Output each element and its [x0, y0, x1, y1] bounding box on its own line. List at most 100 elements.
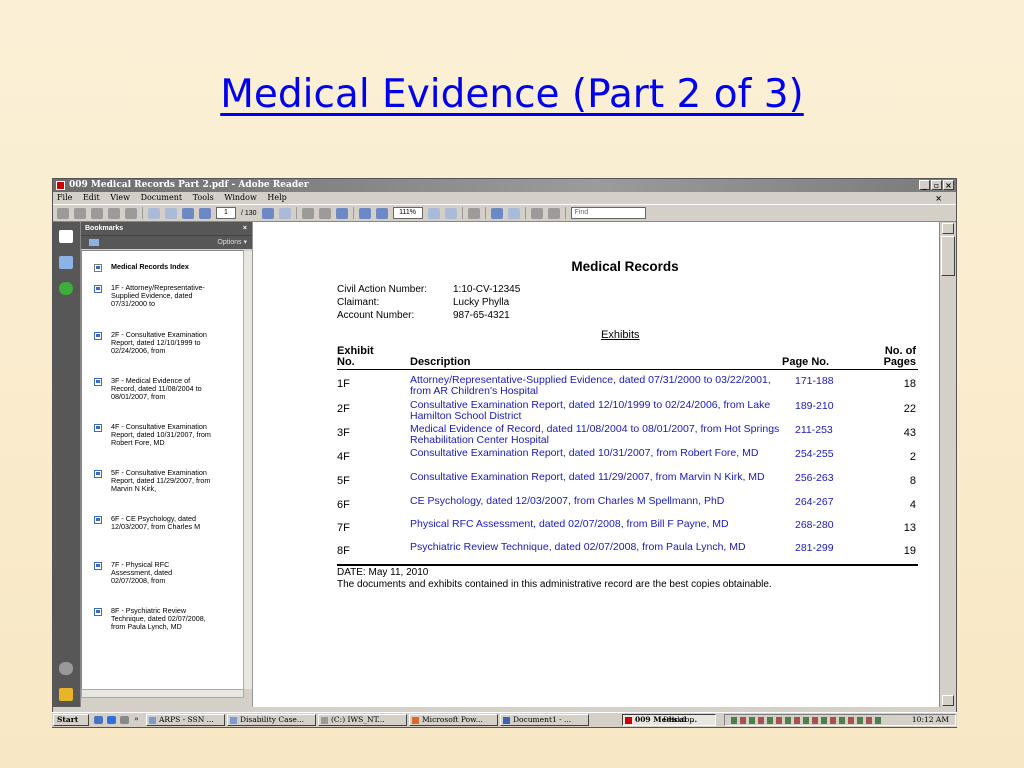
page-count: 43 [903, 427, 916, 439]
restore-button[interactable]: ▫ [931, 180, 942, 190]
menu-document[interactable]: Document [141, 193, 183, 202]
col-num-pages-line2: Pages [883, 356, 916, 368]
hand-tool-icon[interactable] [318, 207, 331, 219]
zoom-out-icon[interactable] [358, 207, 371, 219]
next-page-icon[interactable] [182, 207, 194, 219]
page-range-link[interactable]: 254-255 [795, 448, 834, 460]
bookmark-icon [94, 378, 102, 386]
bookmark-icon [94, 608, 102, 616]
taskbar-button[interactable]: ARPS - SSN ... [146, 714, 225, 726]
page-range-link[interactable]: 211-253 [795, 424, 833, 436]
bookmark-label: Medical Records Index [111, 262, 189, 271]
bookmarks-list: Medical Records Index 1F - Attorney/Repr… [81, 250, 244, 690]
forward-view-icon[interactable] [278, 207, 291, 219]
snapshot-icon[interactable] [467, 207, 480, 219]
first-page-icon[interactable] [148, 207, 160, 219]
help-icon[interactable] [59, 282, 73, 295]
open-icon[interactable] [57, 207, 69, 219]
bookmark-label: 6F - CE Psychology, dated 12/03/2007, fr… [111, 514, 201, 532]
print-icon[interactable] [74, 207, 86, 219]
window-titlebar[interactable]: 009 Medical Records Part 2.pdf - Adobe R… [53, 179, 956, 192]
page-range-link[interactable]: 256-263 [795, 472, 834, 484]
single-page-icon[interactable] [490, 207, 503, 219]
page-number-input[interactable]: 1 [216, 207, 236, 219]
exhibit-link[interactable]: Consultative Examination Report, dated 1… [410, 400, 780, 422]
menu-edit[interactable]: Edit [83, 193, 100, 202]
page-range-link[interactable]: 268-280 [795, 519, 834, 531]
fit-width-icon[interactable] [444, 207, 457, 219]
zoom-tool-icon[interactable] [335, 207, 348, 219]
bookmark-label: 3F - Medical Evidence of Record, dated 1… [111, 376, 202, 402]
menu-tools[interactable]: Tools [193, 193, 214, 202]
search-icon[interactable] [108, 207, 120, 219]
page-range-link[interactable]: 171-188 [795, 375, 834, 387]
desktop-toolbar[interactable]: Desktop [663, 715, 694, 725]
page-range-link[interactable]: 189-210 [795, 400, 834, 412]
bookmark-icon [94, 470, 102, 478]
previous-page-icon[interactable] [165, 207, 177, 219]
zoom-in-icon[interactable] [375, 207, 388, 219]
exhibit-link[interactable]: Physical RFC Assessment, dated 02/07/200… [410, 519, 780, 530]
exhibit-link[interactable]: Consultative Examination Report, dated 1… [410, 472, 780, 483]
minimize-button[interactable]: _ [919, 180, 930, 190]
comments-icon[interactable] [59, 688, 73, 701]
zoom-level-select[interactable]: 111% [392, 207, 423, 219]
select-tool-icon[interactable] [301, 207, 314, 219]
taskbar-button[interactable]: Document1 - ... [500, 714, 589, 726]
scroll-down-button[interactable] [942, 695, 954, 706]
bookmark-label: 5F - Consultative Examination Report, da… [111, 468, 211, 494]
account-number: Account Number: 987-65-4321 [337, 310, 510, 321]
find-input[interactable]: Find [570, 207, 646, 219]
quicklaunch-icon[interactable] [94, 716, 103, 724]
menu-help[interactable]: Help [267, 193, 286, 202]
full-screen-icon[interactable] [507, 207, 520, 219]
menu-view[interactable]: View [110, 193, 130, 202]
exhibit-link[interactable]: CE Psychology, dated 12/03/2007, from Ch… [410, 496, 780, 507]
bookmarks-horizontal-scrollbar[interactable] [81, 689, 244, 698]
fit-page-icon[interactable] [427, 207, 440, 219]
adobe-reader-icon [625, 717, 632, 724]
page-range-link[interactable]: 281-299 [795, 542, 834, 554]
bookmarks-icon[interactable] [59, 256, 73, 269]
bookmark-menu-icon[interactable] [89, 239, 99, 246]
document-scrollbar[interactable] [939, 222, 956, 707]
attachments-icon[interactable] [59, 662, 73, 675]
close-icon[interactable]: × [243, 222, 247, 235]
quicklaunch-browser-icon[interactable] [107, 716, 116, 724]
rotate-left-icon[interactable] [530, 207, 543, 219]
bookmark-icon [94, 424, 102, 432]
scroll-up-button[interactable] [942, 223, 954, 234]
exhibit-link[interactable]: Medical Evidence of Record, dated 11/08/… [410, 424, 780, 446]
table-row: 7F Physical RFC Assessment, dated 02/07/… [337, 519, 918, 543]
email-icon[interactable] [125, 207, 137, 219]
last-page-icon[interactable] [199, 207, 211, 219]
toolbar-divider [295, 207, 297, 219]
document-close-icon[interactable]: × [935, 192, 942, 204]
pages-icon[interactable] [59, 230, 73, 243]
taskbar-button[interactable]: (C:) IWS_NT... [318, 714, 407, 726]
back-view-icon[interactable] [261, 207, 274, 219]
options-button[interactable]: Options ▾ [217, 236, 247, 249]
exhibit-link[interactable]: Attorney/Representative-Supplied Evidenc… [410, 375, 780, 397]
toolbar-divider [484, 207, 486, 219]
start-button[interactable]: Start [53, 714, 89, 726]
scroll-thumb[interactable] [941, 236, 955, 276]
taskbar-button[interactable]: Microsoft Pow... [409, 714, 498, 726]
close-button[interactable]: × [943, 180, 954, 190]
rotate-right-icon[interactable] [547, 207, 560, 219]
bookmarks-scrollbar[interactable] [243, 251, 252, 689]
tray-icons[interactable] [731, 717, 881, 724]
menu-window[interactable]: Window [224, 193, 257, 202]
chevron-icon[interactable]: » [134, 714, 139, 724]
header-rule [337, 369, 918, 370]
bookmark-icon [94, 285, 102, 293]
taskbar-button[interactable]: Disability Case... [227, 714, 316, 726]
page-range-link[interactable]: 264-267 [795, 496, 834, 508]
exhibit-link[interactable]: Consultative Examination Report, dated 1… [410, 448, 780, 459]
menu-file[interactable]: File [57, 193, 72, 202]
quicklaunch-desktop-icon[interactable] [120, 716, 129, 724]
meta-label: Claimant: [337, 297, 380, 308]
exhibit-link[interactable]: Psychiatric Review Technique, dated 02/0… [410, 542, 780, 553]
save-icon[interactable] [91, 207, 103, 219]
page-count: 8 [909, 475, 916, 487]
